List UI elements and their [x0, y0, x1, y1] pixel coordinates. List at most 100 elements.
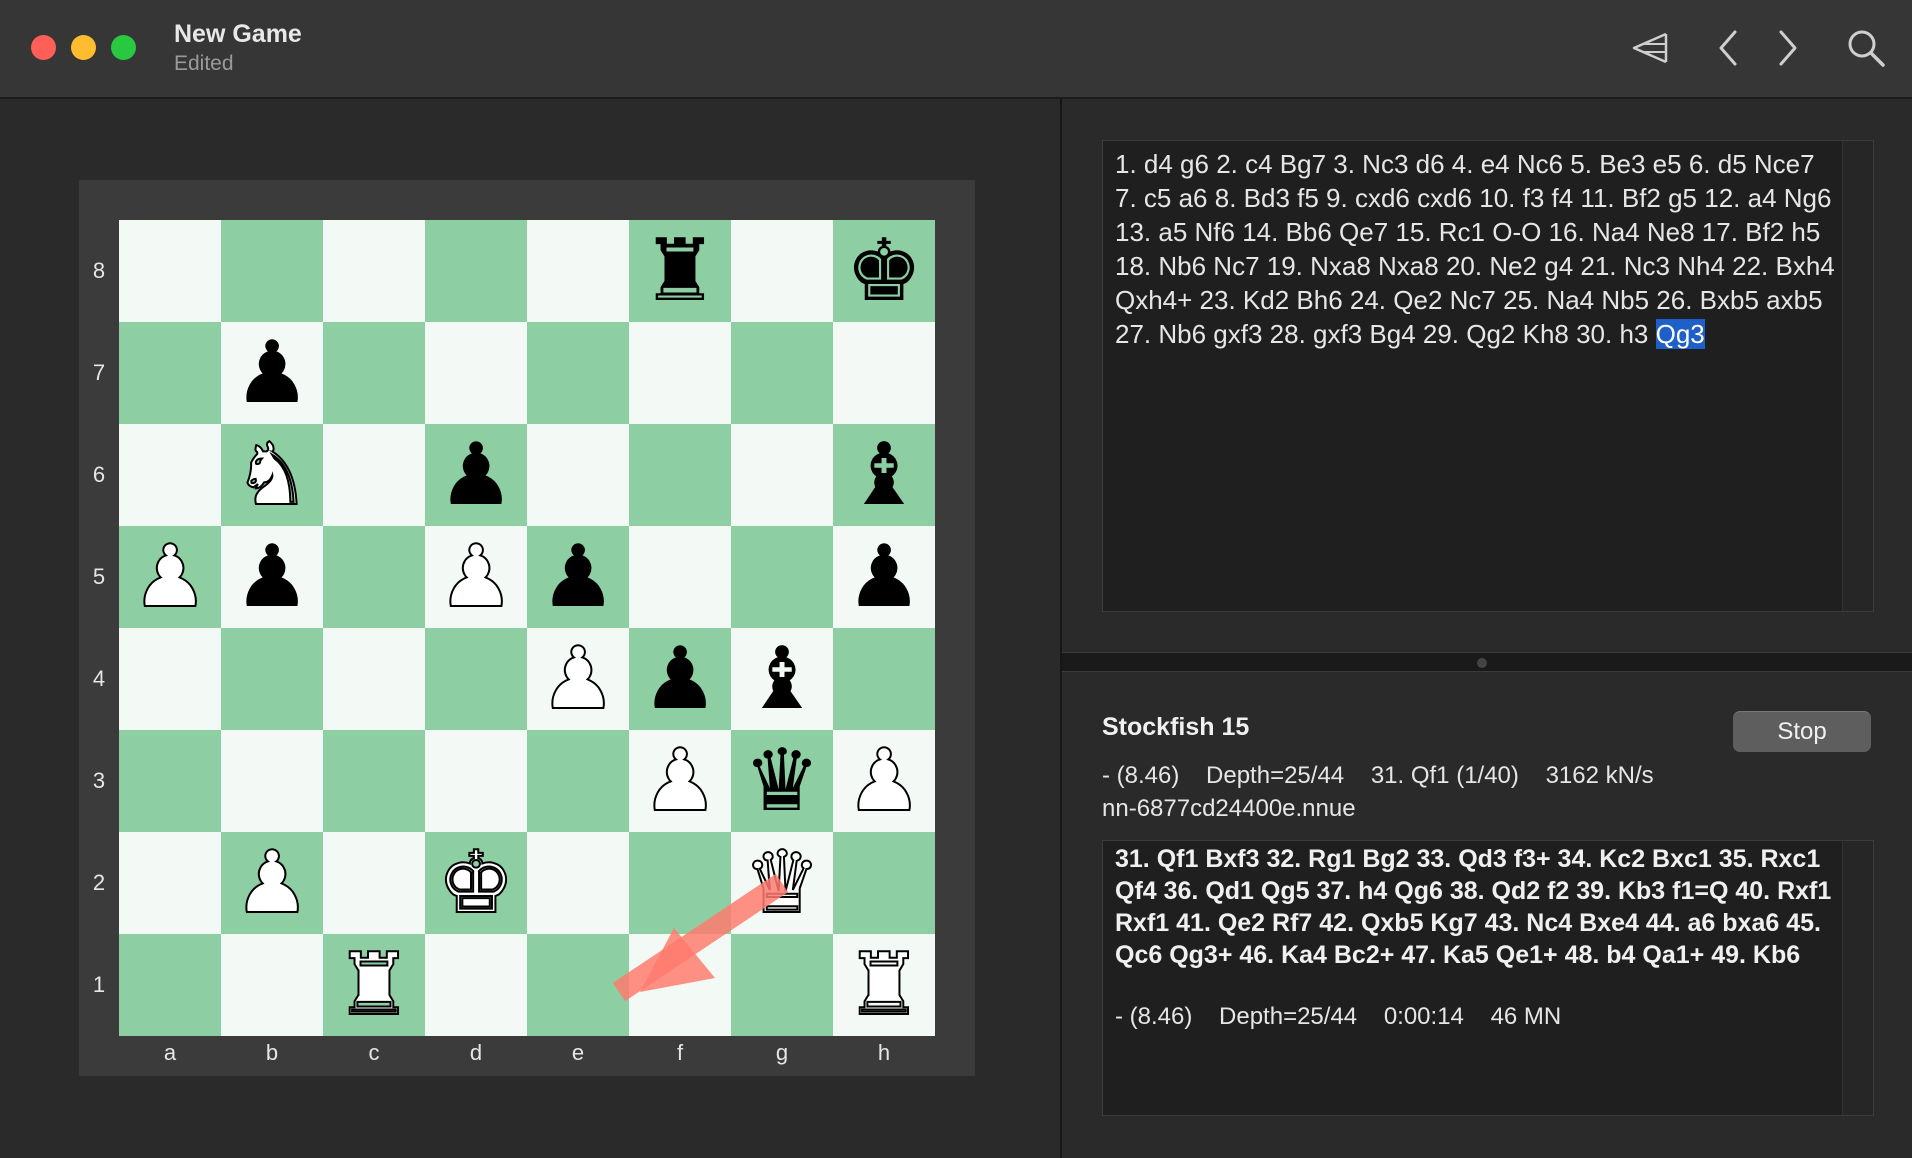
square-e7[interactable] [527, 322, 629, 424]
square-g4[interactable]: ♝ [731, 628, 833, 730]
square-e1[interactable] [527, 934, 629, 1036]
square-d7[interactable] [425, 322, 527, 424]
square-a7[interactable] [119, 322, 221, 424]
square-b3[interactable] [221, 730, 323, 832]
square-h7[interactable] [833, 322, 935, 424]
flip-board-button[interactable] [1624, 22, 1676, 74]
square-g2[interactable]: ♛ [731, 832, 833, 934]
previous-move-button[interactable] [1702, 22, 1754, 74]
white-pawn-icon[interactable]: ♟ [844, 737, 923, 825]
search-button[interactable] [1840, 22, 1892, 74]
black-king-icon[interactable]: ♚ [845, 228, 922, 314]
notation-view[interactable]: 1. d4 g6 2. c4 Bg7 3. Nc3 d6 4. e4 Nc6 5… [1102, 140, 1874, 612]
chess-board[interactable]: ♜ ♚ ♟ ♞ ♟ ♝ ♟ ♟ ♟ ♟ ♟ ♟ ♟ ♝ ♟ ♛ ♟ ♟ ♚ ♛ ♜ ♜ [119, 220, 935, 1036]
black-pawn-icon[interactable]: ♟ [233, 330, 310, 416]
square-h8[interactable]: ♚ [833, 220, 935, 322]
black-bishop-icon[interactable]: ♝ [743, 636, 820, 722]
white-rook-icon[interactable]: ♜ [844, 941, 923, 1029]
minimize-window-button[interactable] [71, 35, 96, 60]
square-g5[interactable] [731, 526, 833, 628]
square-c5[interactable] [323, 526, 425, 628]
square-b6[interactable]: ♞ [221, 424, 323, 526]
square-f4[interactable]: ♟ [629, 628, 731, 730]
black-pawn-icon[interactable]: ♟ [845, 534, 922, 620]
close-window-button[interactable] [31, 35, 56, 60]
black-queen-icon[interactable]: ♛ [743, 738, 820, 824]
square-a4[interactable] [119, 628, 221, 730]
square-b1[interactable] [221, 934, 323, 1036]
white-queen-icon[interactable]: ♛ [742, 839, 821, 927]
black-pawn-icon[interactable]: ♟ [641, 636, 718, 722]
square-e3[interactable] [527, 730, 629, 832]
square-a5[interactable]: ♟ [119, 526, 221, 628]
square-d6[interactable]: ♟ [425, 424, 527, 526]
square-f6[interactable] [629, 424, 731, 526]
square-e4[interactable]: ♟ [527, 628, 629, 730]
square-c7[interactable] [323, 322, 425, 424]
square-a3[interactable] [119, 730, 221, 832]
current-move[interactable]: Qg3 [1655, 319, 1705, 349]
black-bishop-icon[interactable]: ♝ [845, 432, 922, 518]
square-h1[interactable]: ♜ [833, 934, 935, 1036]
square-d8[interactable] [425, 220, 527, 322]
square-f1[interactable] [629, 934, 731, 1036]
square-c2[interactable] [323, 832, 425, 934]
square-a2[interactable] [119, 832, 221, 934]
square-c3[interactable] [323, 730, 425, 832]
square-d2[interactable]: ♚ [425, 832, 527, 934]
square-f8[interactable]: ♜ [629, 220, 731, 322]
black-pawn-icon[interactable]: ♟ [437, 432, 514, 518]
move-text[interactable]: 1. d4 g6 2. c4 Bg7 3. Nc3 d6 4. e4 Nc6 5… [1115, 149, 1835, 349]
square-d1[interactable] [425, 934, 527, 1036]
square-g3[interactable]: ♛ [731, 730, 833, 832]
square-a6[interactable] [119, 424, 221, 526]
square-e2[interactable] [527, 832, 629, 934]
white-pawn-icon[interactable]: ♟ [130, 533, 209, 621]
black-pawn-icon[interactable]: ♟ [233, 534, 310, 620]
square-h6[interactable]: ♝ [833, 424, 935, 526]
square-c4[interactable] [323, 628, 425, 730]
square-b5[interactable]: ♟ [221, 526, 323, 628]
white-knight-icon[interactable]: ♞ [232, 431, 311, 519]
square-g1[interactable] [731, 934, 833, 1036]
square-f7[interactable] [629, 322, 731, 424]
zoom-window-button[interactable] [111, 35, 136, 60]
square-c6[interactable] [323, 424, 425, 526]
square-b4[interactable] [221, 628, 323, 730]
square-d4[interactable] [425, 628, 527, 730]
move-list[interactable]: 1. d4 g6 2. c4 Bg7 3. Nc3 d6 4. e4 Nc6 5… [1115, 147, 1835, 351]
square-e6[interactable] [527, 424, 629, 526]
stop-engine-button[interactable]: Stop [1733, 711, 1871, 752]
square-g6[interactable] [731, 424, 833, 526]
white-pawn-icon[interactable]: ♟ [538, 635, 617, 723]
square-b2[interactable]: ♟ [221, 832, 323, 934]
square-h3[interactable]: ♟ [833, 730, 935, 832]
square-c1[interactable]: ♜ [323, 934, 425, 1036]
square-e8[interactable] [527, 220, 629, 322]
square-h5[interactable]: ♟ [833, 526, 935, 628]
black-rook-icon[interactable]: ♜ [641, 228, 718, 314]
square-f3[interactable]: ♟ [629, 730, 731, 832]
square-g7[interactable] [731, 322, 833, 424]
pv-scrollbar[interactable] [1842, 841, 1873, 1115]
white-rook-icon[interactable]: ♜ [334, 941, 413, 1029]
square-g8[interactable] [731, 220, 833, 322]
square-e5[interactable]: ♟ [527, 526, 629, 628]
square-f2[interactable] [629, 832, 731, 934]
square-d3[interactable] [425, 730, 527, 832]
square-a8[interactable] [119, 220, 221, 322]
white-pawn-icon[interactable]: ♟ [436, 533, 515, 621]
white-king-icon[interactable]: ♚ [436, 839, 515, 927]
black-pawn-icon[interactable]: ♟ [539, 534, 616, 620]
square-d5[interactable]: ♟ [425, 526, 527, 628]
square-f5[interactable] [629, 526, 731, 628]
square-b7[interactable]: ♟ [221, 322, 323, 424]
square-c8[interactable] [323, 220, 425, 322]
white-pawn-icon[interactable]: ♟ [640, 737, 719, 825]
white-pawn-icon[interactable]: ♟ [232, 839, 311, 927]
next-move-button[interactable] [1762, 22, 1814, 74]
square-h2[interactable] [833, 832, 935, 934]
notation-scrollbar[interactable] [1842, 141, 1873, 611]
square-h4[interactable] [833, 628, 935, 730]
principal-variation-view[interactable]: 31. Qf1 Bxf3 32. Rg1 Bg2 33. Qd3 f3+ 34.… [1102, 840, 1874, 1116]
